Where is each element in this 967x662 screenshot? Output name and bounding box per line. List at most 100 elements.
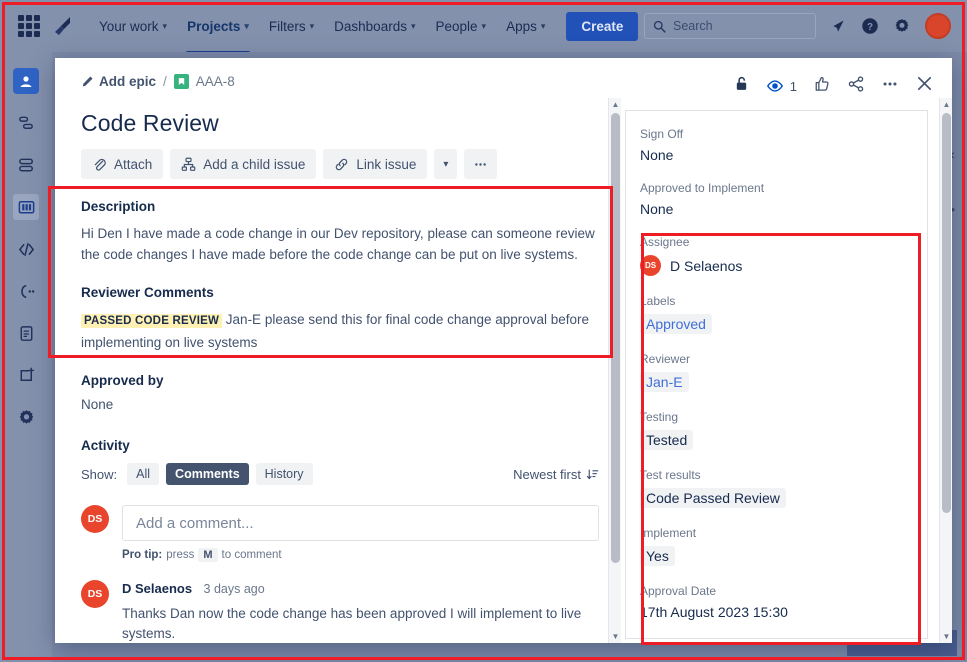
gear-icon[interactable] — [893, 17, 911, 35]
board-icon[interactable] — [13, 194, 39, 220]
nav-label: Your work — [99, 18, 159, 34]
scrollbar-thumb[interactable] — [942, 113, 951, 513]
attach-label: Attach — [114, 156, 153, 172]
approved-by-section: Approved by None — [81, 373, 599, 412]
code-icon[interactable] — [13, 236, 39, 262]
field-value[interactable]: None — [640, 201, 913, 217]
search-input[interactable]: Search — [644, 13, 816, 39]
nav-item-projects[interactable]: Projects ▾ — [178, 13, 258, 54]
chevron-down-icon: ▾ — [443, 158, 449, 170]
screen: Your work ▾ Projects ▾ Filters ▾ Dashboa… — [0, 0, 967, 662]
issue-key-link[interactable]: AAA-8 — [196, 74, 235, 89]
apps-grid-icon[interactable] — [18, 15, 40, 37]
scroll-up-arrow-icon[interactable]: ▲ — [609, 98, 621, 111]
pro-tip-mid: press — [166, 549, 195, 561]
add-child-issue-label: Add a child issue — [203, 156, 306, 172]
profile-avatar[interactable] — [925, 13, 951, 39]
field-value[interactable]: 17th August 2023 15:30 — [640, 604, 913, 620]
sort-descending-icon — [586, 468, 599, 479]
activity-filter-all[interactable]: All — [127, 463, 160, 485]
chevron-down-icon: ▾ — [162, 20, 168, 31]
field-assignee: Assignee DS D Selaenos — [640, 235, 913, 276]
reviewer-comments-section: Reviewer Comments PASSED CODE REVIEW Jan… — [81, 285, 599, 353]
details-scrollbar[interactable]: ▲ ▼ — [939, 98, 952, 643]
help-circle-icon[interactable]: ? — [861, 17, 879, 35]
issue-content-scroll: Code Review Attach Add a child issue Lin… — [81, 100, 621, 643]
activity-filter-comments[interactable]: Comments — [166, 463, 249, 485]
search-placeholder: Search — [673, 19, 713, 33]
link-issue-button[interactable]: Link issue — [323, 149, 428, 179]
attach-button[interactable]: Attach — [81, 149, 164, 179]
nav-item-apps[interactable]: Apps ▾ — [497, 13, 554, 40]
deployments-icon[interactable] — [13, 278, 39, 304]
scroll-up-arrow-icon[interactable]: ▲ — [940, 98, 952, 111]
nav-item-dashboards[interactable]: Dashboards ▾ — [325, 13, 424, 40]
field-value[interactable]: Code Passed Review — [640, 488, 786, 508]
field-reviewer: Reviewer Jan-E — [640, 352, 913, 392]
scrollbar-thumb[interactable] — [611, 113, 620, 563]
nav-label: People — [435, 18, 478, 34]
scroll-down-arrow-icon[interactable]: ▼ — [609, 630, 621, 643]
backlog-icon[interactable] — [13, 152, 39, 178]
share-icon[interactable] — [847, 75, 865, 98]
chevron-down-icon: ▾ — [309, 20, 315, 31]
unlock-icon[interactable] — [733, 75, 750, 97]
pages-icon[interactable] — [13, 320, 39, 346]
content-scrollbar[interactable]: ▲ ▼ — [608, 98, 621, 643]
nav-label: Dashboards — [334, 18, 407, 34]
field-label: Testing — [640, 410, 679, 424]
scroll-down-arrow-icon[interactable]: ▼ — [940, 630, 952, 643]
pro-tip-prefix: Pro tip: — [122, 549, 163, 561]
add-epic-label: Add epic — [99, 74, 157, 89]
passed-code-review-highlight: PASSED CODE REVIEW — [81, 314, 223, 328]
create-button[interactable]: Create — [566, 11, 639, 41]
pro-tip-suffix: to comment — [221, 549, 282, 561]
top-nav-right-group: Search ? — [644, 13, 955, 39]
chevron-down-icon: ▾ — [244, 20, 249, 31]
nav-item-people[interactable]: People ▾ — [426, 13, 495, 40]
story-icon — [173, 74, 189, 89]
project-settings-icon[interactable] — [13, 404, 39, 430]
add-epic-link[interactable]: Add epic — [81, 74, 156, 89]
roadmap-icon[interactable] — [13, 110, 39, 136]
watch-control[interactable]: 1 — [766, 77, 797, 95]
add-comment-input[interactable]: Add a comment... — [122, 505, 599, 541]
pro-tip-hint: Pro tip: press M to comment — [122, 548, 599, 562]
field-label: Labels — [640, 294, 676, 308]
comment-author: D Selaenos — [122, 581, 193, 596]
field-approved-to-implement: Approved to Implement None — [640, 181, 913, 217]
description-section: Description Hi Den I have made a code ch… — [81, 199, 599, 265]
toolbar-more-dropdown-button[interactable]: ▾ — [434, 149, 458, 179]
modal-body: Code Review Attach Add a child issue Lin… — [55, 98, 952, 643]
activity-filter-history[interactable]: History — [255, 463, 313, 485]
jira-logo-icon[interactable] — [50, 14, 74, 38]
add-child-issue-button[interactable]: Add a child issue — [170, 149, 317, 179]
close-icon[interactable] — [915, 74, 934, 98]
assignee-value[interactable]: DS D Selaenos — [640, 255, 913, 276]
nav-label: Projects — [187, 18, 241, 34]
child-issue-icon — [181, 157, 196, 171]
add-comment-row: DS Add a comment... — [81, 505, 599, 541]
avatar: DS — [640, 255, 661, 276]
issue-content-pane: Code Review Attach Add a child issue Lin… — [55, 98, 621, 643]
add-item-icon[interactable] — [13, 362, 39, 388]
issue-details-pane: Sign Off None Approved to Implement None… — [621, 98, 952, 643]
field-value[interactable]: Tested — [640, 430, 694, 450]
nav-item-your-work[interactable]: Your work ▾ — [90, 13, 176, 40]
thumbs-up-icon[interactable] — [813, 75, 831, 98]
link-icon — [336, 158, 348, 170]
project-avatar-icon[interactable] — [13, 68, 39, 94]
activity-sort-toggle[interactable]: Newest first — [513, 467, 599, 482]
nav-label: Filters — [268, 18, 306, 34]
breadcrumb-separator: / — [163, 74, 167, 89]
notifications-bell-icon[interactable] — [830, 18, 847, 35]
field-value[interactable]: Approved — [640, 314, 712, 334]
nav-item-filters[interactable]: Filters ▾ — [260, 13, 323, 40]
field-value[interactable]: None — [640, 147, 913, 163]
more-actions-icon[interactable] — [881, 75, 899, 98]
field-value[interactable]: Jan-E — [640, 372, 689, 392]
comment-meta: D Selaenos 3 days ago — [122, 580, 599, 598]
toolbar-more-actions-button[interactable] — [464, 149, 498, 179]
activity-heading: Activity — [81, 438, 130, 453]
field-value[interactable]: Yes — [640, 546, 675, 566]
